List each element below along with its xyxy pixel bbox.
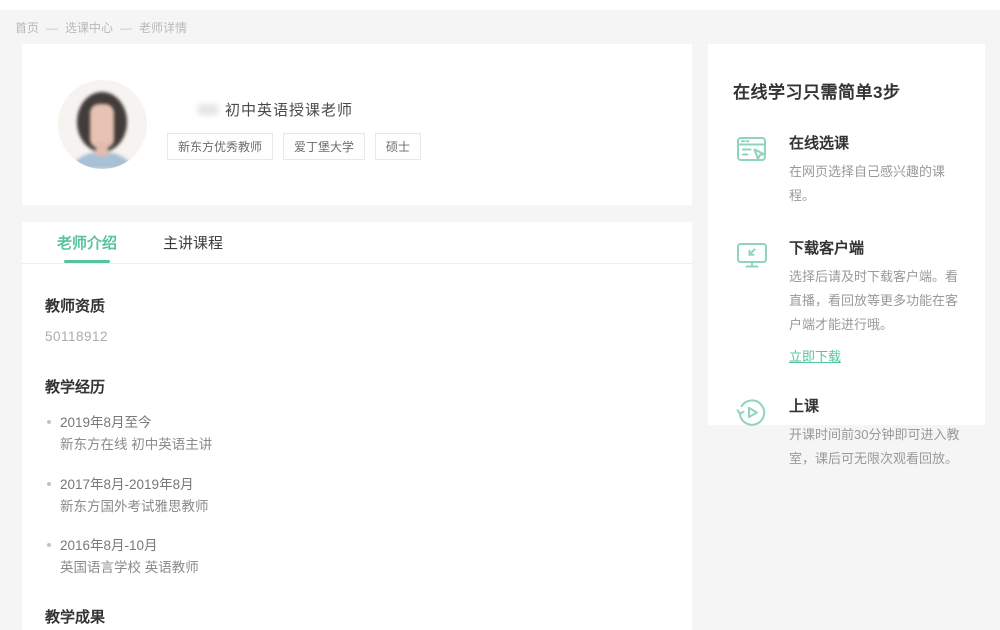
teacher-name-redacted	[198, 104, 218, 115]
breadcrumb-separator: —	[46, 21, 58, 35]
avatar-illustration	[58, 80, 147, 169]
breadcrumb-current-page: 老师详情	[139, 19, 187, 36]
experience-role: 新东方在线 初中英语主讲	[60, 434, 668, 456]
experience-role: 英国语言学校 英语教师	[60, 557, 668, 579]
download-now-link[interactable]: 立即下载	[789, 346, 841, 365]
breadcrumb-home[interactable]: 首页	[15, 19, 39, 36]
experience-item: 2019年8月至今 新东方在线 初中英语主讲	[45, 412, 668, 457]
breadcrumb-separator: —	[120, 21, 132, 35]
step-description: 开课时间前30分钟即可进入教室，课后可无限次观看回放。	[789, 423, 961, 471]
teacher-tag-university: 爱丁堡大学	[283, 133, 365, 160]
qualification-id: 50118912	[45, 329, 668, 344]
step-title: 在线选课	[789, 132, 961, 153]
teacher-intro-panel: 教师资质 50118912 教学经历 2019年8月至今 新东方在线 初中英语主…	[22, 295, 692, 630]
qualification-heading: 教师资质	[45, 295, 668, 316]
experience-role: 新东方国外考试雅思教师	[60, 496, 668, 518]
tab-bar: 老师介绍 主讲课程	[22, 222, 692, 264]
learning-steps-title: 在线学习只需简单3步	[733, 78, 961, 103]
top-white-strip	[0, 0, 1000, 10]
teacher-profile-card: 初中英语授课老师 新东方优秀教师 爱丁堡大学 硕士	[22, 44, 692, 205]
step-download-client: 下载客户端 选择后请及时下载客户端。看直播，看回放等更多功能在客户端才能进行哦。…	[733, 234, 961, 366]
teacher-tags: 新东方优秀教师 爱丁堡大学 硕士	[167, 133, 421, 160]
step-description: 在网页选择自己感兴趣的课程。	[789, 160, 961, 208]
step-description: 选择后请及时下载客户端。看直播，看回放等更多功能在客户端才能进行哦。	[789, 265, 961, 337]
course-select-icon	[733, 131, 771, 208]
teacher-detail-card: 老师介绍 主讲课程 教师资质 50118912 教学经历 2019年8月至今 新…	[22, 222, 692, 630]
client-download-icon	[733, 236, 771, 366]
teacher-tag-excellent: 新东方优秀教师	[167, 133, 273, 160]
experience-period: 2019年8月至今	[60, 412, 668, 434]
teacher-tag-degree: 硕士	[375, 133, 421, 160]
breadcrumb: 首页 — 选课中心 — 老师详情	[15, 19, 187, 36]
breadcrumb-course-center[interactable]: 选课中心	[65, 19, 113, 36]
learning-steps-card: 在线学习只需简单3步 在线选课 在网页选择自己感兴趣的课程。	[708, 44, 985, 425]
step-title: 下载客户端	[789, 237, 961, 258]
experience-period: 2016年8月-10月	[60, 535, 668, 557]
teacher-avatar	[58, 80, 147, 169]
class-replay-icon	[733, 394, 771, 471]
experience-item: 2017年8月-2019年8月 新东方国外考试雅思教师	[45, 474, 668, 519]
achievement-heading: 教学成果	[45, 606, 668, 627]
tab-teacher-intro[interactable]: 老师介绍	[57, 222, 117, 263]
experience-period: 2017年8月-2019年8月	[60, 474, 668, 496]
experience-list: 2019年8月至今 新东方在线 初中英语主讲 2017年8月-2019年8月 新…	[45, 412, 668, 580]
step-title: 上课	[789, 395, 961, 416]
step-attend-class: 上课 开课时间前30分钟即可进入教室，课后可无限次观看回放。	[733, 392, 961, 471]
step-online-course-select: 在线选课 在网页选择自己感兴趣的课程。	[733, 129, 961, 208]
experience-heading: 教学经历	[45, 376, 668, 397]
tab-main-courses[interactable]: 主讲课程	[163, 222, 223, 263]
teacher-title: 初中英语授课老师	[225, 99, 353, 120]
experience-item: 2016年8月-10月 英国语言学校 英语教师	[45, 535, 668, 580]
